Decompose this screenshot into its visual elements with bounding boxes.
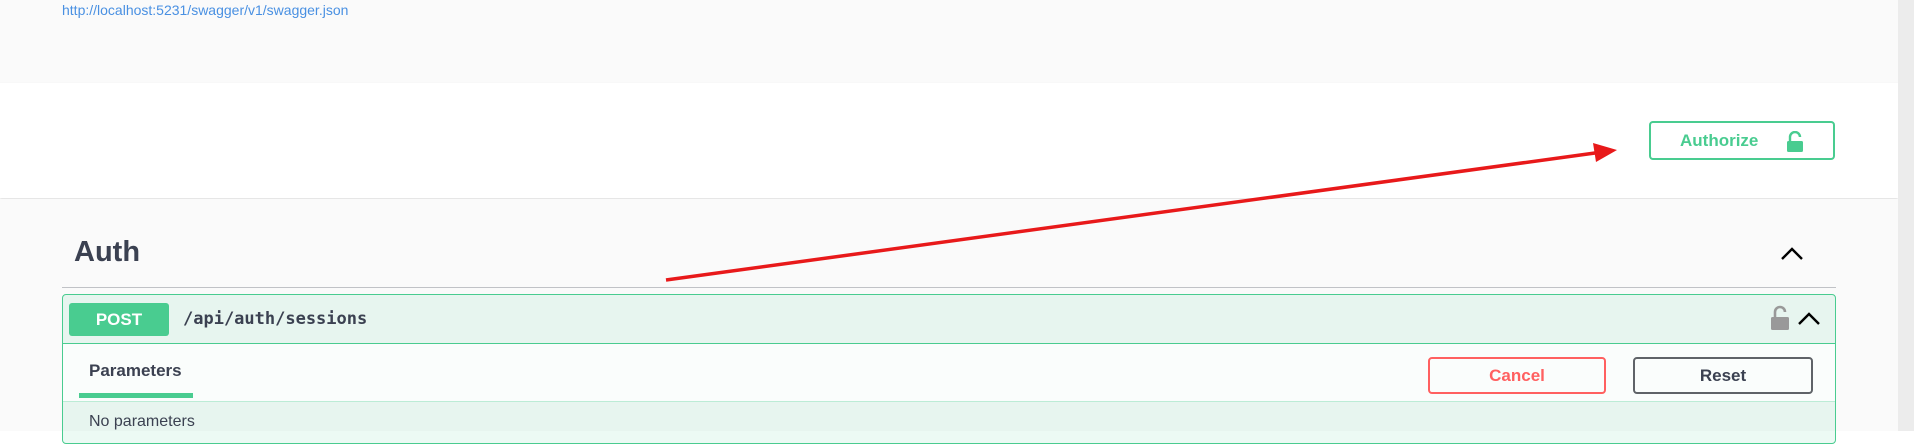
chevron-up-icon[interactable] — [1778, 242, 1806, 266]
reset-button[interactable]: Reset — [1633, 357, 1813, 394]
tab-parameters[interactable]: Parameters — [89, 361, 182, 381]
operation-path: /api/auth/sessions — [183, 309, 368, 329]
scheme-container — [0, 83, 1898, 198]
operation-summary[interactable]: POST /api/auth/sessions — [63, 295, 1835, 344]
scrollbar-track[interactable] — [1898, 0, 1914, 431]
operation-block: POST /api/auth/sessions Parameters Cance… — [62, 294, 1836, 444]
info-section: http://localhost:5231/swagger/v1/swagger… — [0, 0, 1898, 83]
tag-divider — [62, 287, 1836, 288]
active-tab-indicator — [79, 393, 193, 398]
parameters-header: Parameters Cancel Reset — [63, 344, 1835, 402]
cancel-button[interactable]: Cancel — [1428, 357, 1606, 394]
authorize-label: Authorize — [1680, 130, 1759, 150]
parameters-empty-text: No parameters — [89, 413, 195, 430]
unlocked-icon[interactable] — [1770, 305, 1790, 331]
method-badge: POST — [69, 303, 169, 336]
unlocked-icon — [1787, 131, 1803, 152]
authorize-button[interactable]: Authorize — [1649, 121, 1835, 160]
tag-title-auth[interactable]: Auth — [74, 236, 140, 269]
chevron-up-icon[interactable] — [1796, 308, 1822, 330]
spec-url-link[interactable]: http://localhost:5231/swagger/v1/swagger… — [62, 2, 348, 18]
